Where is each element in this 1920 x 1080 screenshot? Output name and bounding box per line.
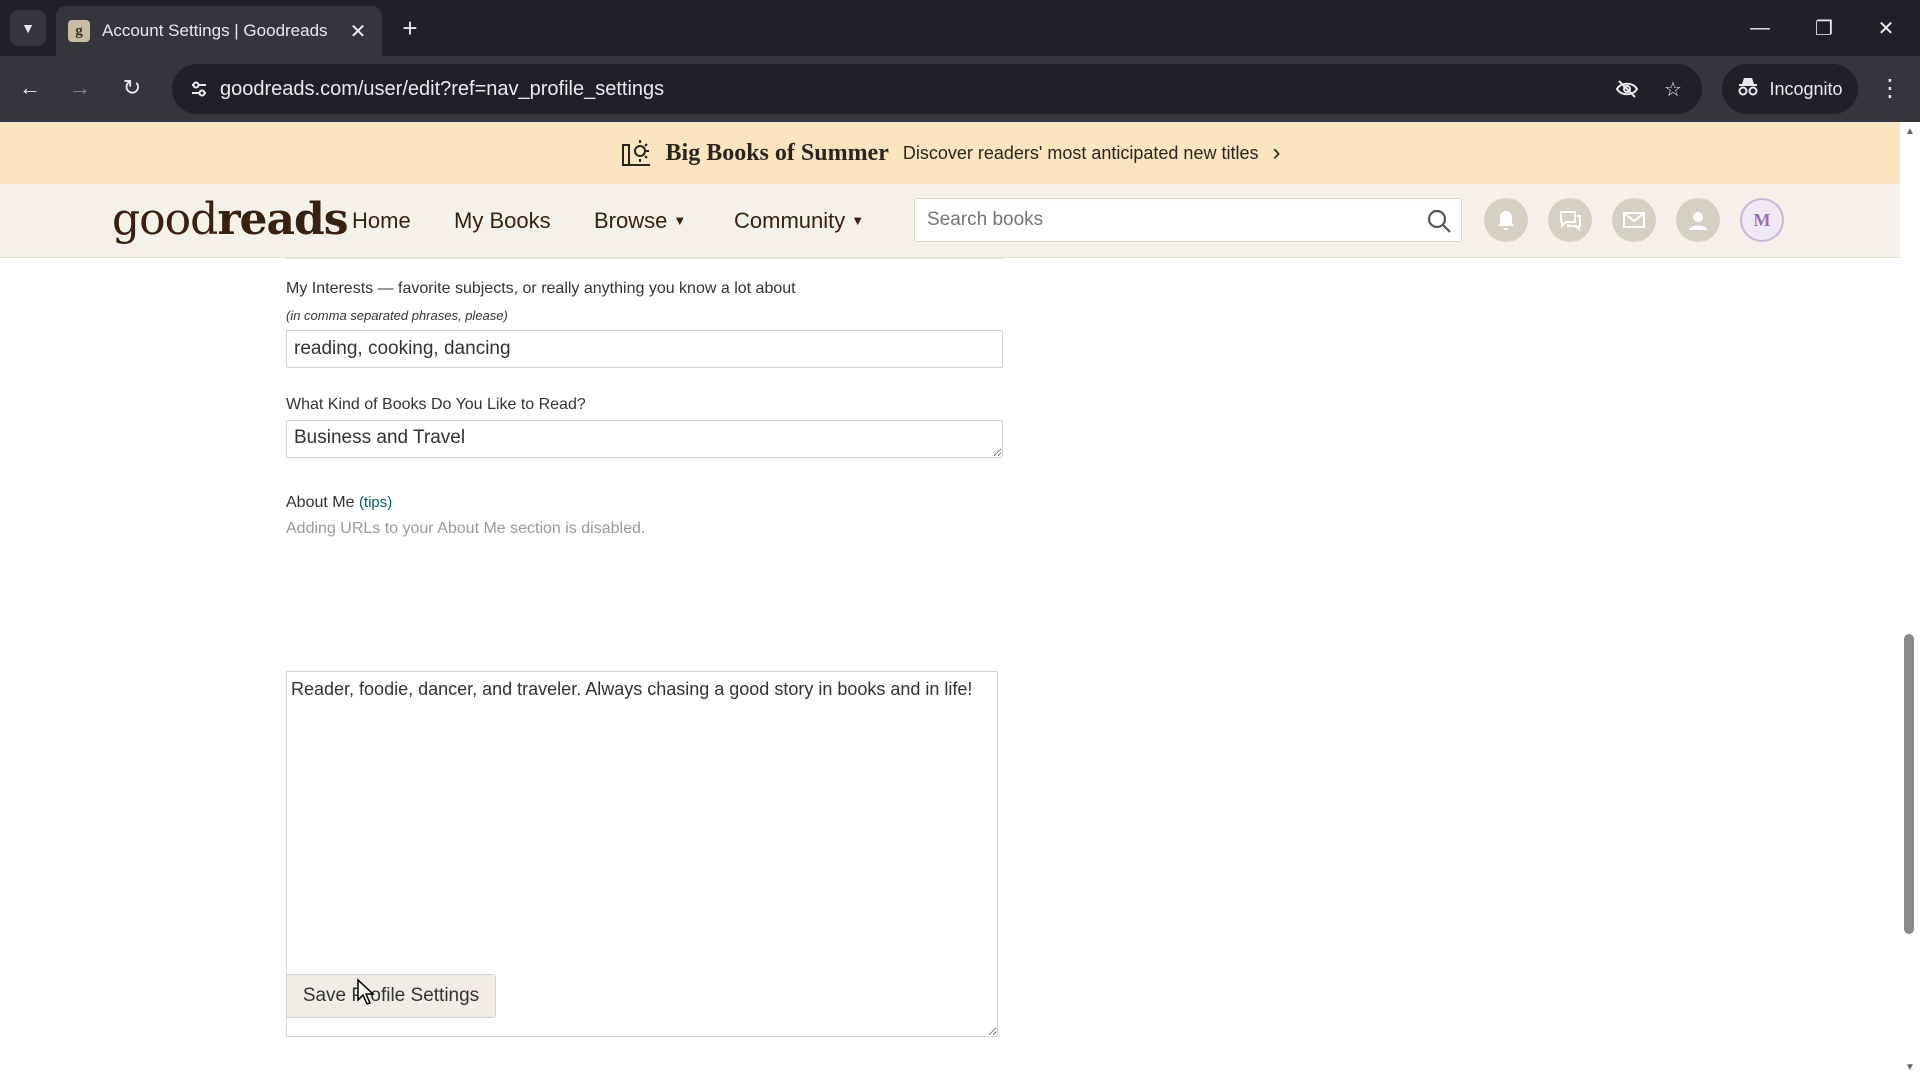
address-bar[interactable]: goodreads.com/user/edit?ref=nav_profile_… [172, 64, 1702, 114]
interests-input[interactable] [286, 330, 1003, 368]
incognito-label: Incognito [1769, 78, 1843, 99]
site-header: goodreads Home My Books Browse ▼ Communit… [0, 184, 1900, 258]
scrollbar-thumb[interactable] [1904, 634, 1914, 934]
browser-toolbar: ← → ↻ goodreads.com/user/edit?ref=nav_pr… [0, 56, 1920, 122]
browser-tab-strip: ▼ g Account Settings | Goodreads ✕ + — ❐… [0, 0, 1920, 56]
sun-book-icon [621, 140, 650, 166]
page-viewport: Big Books of Summer Discover readers' mo… [0, 122, 1920, 1080]
browser-tab[interactable]: g Account Settings | Goodreads ✕ [56, 6, 382, 56]
interests-hint: (in comma separated phrases, please) [286, 308, 508, 323]
minimize-icon[interactable]: — [1740, 8, 1780, 48]
browser-menu-icon[interactable]: ⋮ [1872, 70, 1908, 106]
books-label: What Kind of Books Do You Like to Read? [286, 396, 586, 413]
save-profile-settings-button[interactable]: Save Profile Settings [286, 974, 496, 1018]
scroll-up-icon[interactable]: ▲ [1904, 126, 1916, 137]
eye-off-icon[interactable] [1612, 74, 1642, 104]
new-tab-button[interactable]: + [394, 12, 426, 44]
about-label-row: About Me (tips) [286, 494, 392, 512]
promo-title: Big Books of Summer [665, 139, 889, 166]
about-tips-link[interactable]: (tips) [359, 494, 392, 511]
nav-my-books[interactable]: My Books [454, 208, 551, 234]
discussions-icon[interactable] [1548, 198, 1592, 242]
search-input[interactable] [915, 199, 1395, 241]
search-box [914, 198, 1462, 242]
page-scrollbar[interactable] [1900, 122, 1920, 1080]
tab-close-icon[interactable]: ✕ [346, 19, 370, 44]
scroll-down-icon[interactable]: ▼ [1904, 1062, 1916, 1073]
tab-search-button[interactable]: ▼ [10, 10, 46, 46]
url-text: goodreads.com/user/edit?ref=nav_profile_… [220, 78, 665, 100]
mouse-cursor-icon [357, 978, 375, 1005]
messages-envelope-icon[interactable] [1612, 198, 1656, 242]
goodreads-favicon-icon: g [68, 20, 90, 42]
promo-banner[interactable]: Big Books of Summer Discover readers' mo… [0, 122, 1900, 184]
incognito-indicator[interactable]: Incognito [1722, 64, 1858, 114]
nav-community[interactable]: Community ▼ [734, 208, 864, 234]
window-close-icon[interactable]: ✕ [1866, 8, 1906, 48]
previous-field-bottom-edge [286, 258, 1003, 259]
back-icon[interactable]: ← [12, 70, 48, 106]
avatar[interactable]: M [1740, 198, 1784, 242]
site-info-icon[interactable] [184, 74, 214, 104]
reload-icon[interactable]: ↻ [114, 70, 150, 106]
tab-title: Account Settings | Goodreads [102, 21, 328, 40]
restore-icon[interactable]: ❐ [1804, 8, 1844, 48]
forward-icon[interactable]: → [62, 70, 98, 106]
goodreads-logo[interactable]: goodreads [112, 194, 349, 245]
about-note: Adding URLs to your About Me section is … [286, 520, 646, 537]
interests-label: My Interests — favorite subjects, or rea… [286, 280, 796, 297]
promo-subtitle: Discover readers' most anticipated new t… [902, 142, 1259, 163]
nav-home[interactable]: Home [352, 208, 411, 234]
search-icon[interactable] [1425, 207, 1453, 235]
incognito-icon [1737, 77, 1759, 102]
chevron-right-icon: › [1272, 139, 1281, 166]
nav-browse[interactable]: Browse ▼ [594, 208, 686, 234]
friends-icon[interactable] [1676, 198, 1720, 242]
caret-down-icon: ▼ [851, 213, 865, 228]
bookmark-star-icon[interactable]: ☆ [1658, 74, 1688, 104]
caret-down-icon: ▼ [673, 213, 687, 228]
about-label: About Me [286, 494, 355, 511]
books-textarea[interactable]: Business and Travel [286, 420, 1003, 458]
notifications-bell-icon[interactable] [1484, 198, 1528, 242]
